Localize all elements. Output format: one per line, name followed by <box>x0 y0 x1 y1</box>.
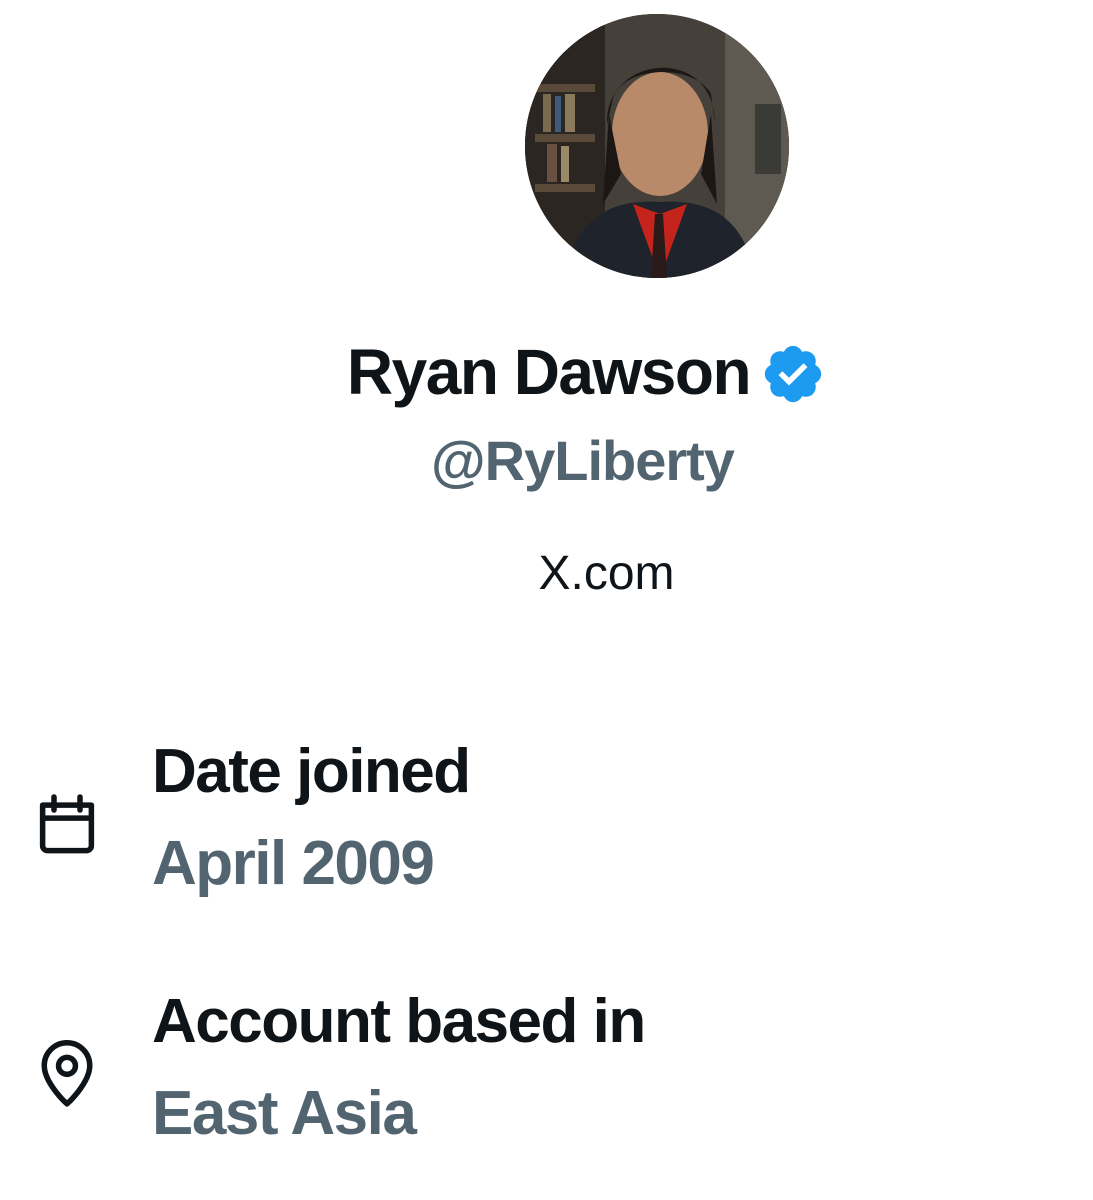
date-joined-value: April 2009 <box>152 829 435 898</box>
avatar-photo <box>525 14 789 278</box>
name-row: Ryan Dawson <box>0 332 1093 412</box>
calendar-icon <box>39 794 95 854</box>
date-joined-label: Date joined <box>152 737 471 806</box>
location-pin-icon <box>41 1040 93 1107</box>
display-name: Ryan Dawson <box>346 336 752 408</box>
avatar[interactable] <box>525 14 789 278</box>
account-based-in-row: Account based in East Asia <box>28 986 1028 1176</box>
user-handle[interactable]: @RyLiberty <box>0 428 1093 493</box>
date-joined-row: Date joined April 2009 <box>28 736 1028 926</box>
account-based-in-value: East Asia <box>152 1079 417 1148</box>
verified-badge-icon[interactable] <box>760 341 826 407</box>
account-based-in-label: Account based in <box>152 987 646 1056</box>
site-label: X.com <box>538 547 675 600</box>
